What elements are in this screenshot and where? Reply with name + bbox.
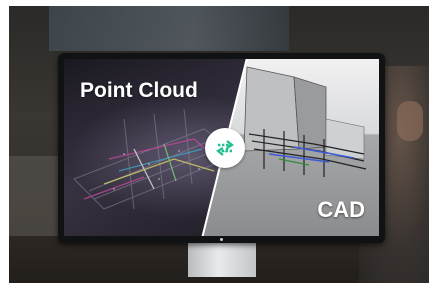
point-cloud-label: Point Cloud	[80, 79, 198, 102]
monitor: Point Cloud CAD	[58, 53, 385, 243]
monitor-screen: Point Cloud CAD	[64, 59, 379, 236]
sync-arrows-icon	[216, 140, 234, 156]
background-window	[49, 6, 289, 51]
cad-label: CAD	[317, 197, 365, 222]
power-indicator	[220, 238, 223, 241]
background-arm	[397, 101, 423, 141]
monitor-stand	[188, 243, 256, 277]
sync-badge	[205, 128, 245, 168]
